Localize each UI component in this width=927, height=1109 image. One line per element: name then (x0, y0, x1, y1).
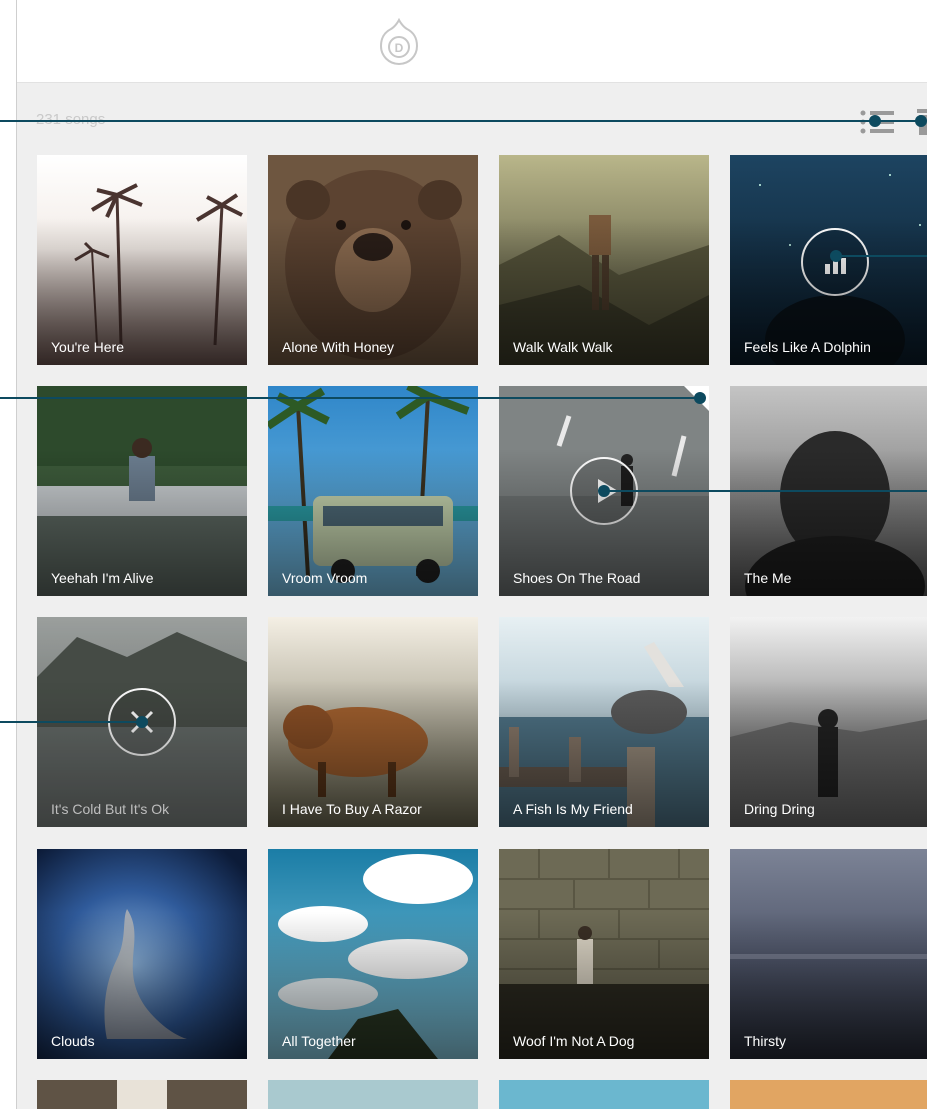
song-title: Thirsty (744, 1033, 786, 1049)
song-title: Alone With Honey (282, 339, 395, 355)
trash-icon[interactable] (915, 107, 927, 135)
song-tile[interactable]: I Have To Buy A Razor (268, 617, 478, 827)
song-title: Yeehah I'm Alive (51, 570, 154, 586)
song-title: All Together (282, 1033, 356, 1049)
album-art (37, 617, 247, 827)
song-title: It's Cold But It's Ok (51, 801, 170, 817)
song-title: Feels Like A Dolphin (744, 339, 871, 355)
song-title: Woof I'm Not A Dog (513, 1033, 635, 1049)
svg-text:D: D (395, 41, 404, 55)
song-tile[interactable]: You're Here (37, 155, 247, 365)
song-tile[interactable]: The Me (730, 386, 927, 596)
song-tile[interactable]: Feels Like A Dolphin (730, 155, 927, 365)
tile-shade (37, 680, 247, 827)
song-tile[interactable]: It's Cold But It's Ok (37, 617, 247, 827)
album-art (268, 1080, 478, 1109)
song-tile[interactable]: A Fish Is My Friend (499, 617, 709, 827)
song-title: You're Here (51, 339, 124, 355)
album-art (499, 1080, 709, 1109)
song-tile-partial[interactable] (499, 1080, 709, 1109)
song-tile[interactable]: Dring Dring (730, 617, 927, 827)
song-tile[interactable]: Yeehah I'm Alive (37, 386, 247, 596)
app-logo-icon[interactable]: D (377, 18, 421, 66)
song-tile[interactable]: Vroom Vroom (268, 386, 478, 596)
list-view-icon[interactable] (859, 109, 895, 135)
song-tile[interactable]: Shoes On The Road (499, 386, 709, 596)
remove-button[interactable] (108, 688, 176, 756)
album-art (37, 1080, 247, 1109)
song-tile-partial[interactable] (730, 1080, 927, 1109)
song-count: 231 songs (36, 111, 106, 128)
song-title: Clouds (51, 1033, 95, 1049)
close-icon (130, 710, 154, 734)
song-title: A Fish Is My Friend (513, 801, 633, 817)
song-tile-partial[interactable] (268, 1080, 478, 1109)
app-header: D (17, 0, 927, 83)
song-title: The Me (744, 570, 792, 586)
album-art (730, 1080, 927, 1109)
song-tile-partial[interactable] (37, 1080, 247, 1109)
song-title: Dring Dring (744, 801, 815, 817)
song-tile[interactable]: Alone With Honey (268, 155, 478, 365)
song-tile[interactable]: All Together (268, 849, 478, 1059)
song-title: I Have To Buy A Razor (282, 801, 422, 817)
song-title: Vroom Vroom (282, 570, 368, 586)
song-tile[interactable]: Walk Walk Walk (499, 155, 709, 365)
song-title: Shoes On The Road (513, 570, 641, 586)
song-tile[interactable]: Woof I'm Not A Dog (499, 849, 709, 1059)
song-tile[interactable]: Thirsty (730, 849, 927, 1059)
song-title: Walk Walk Walk (513, 339, 613, 355)
song-tile[interactable]: Clouds (37, 849, 247, 1059)
